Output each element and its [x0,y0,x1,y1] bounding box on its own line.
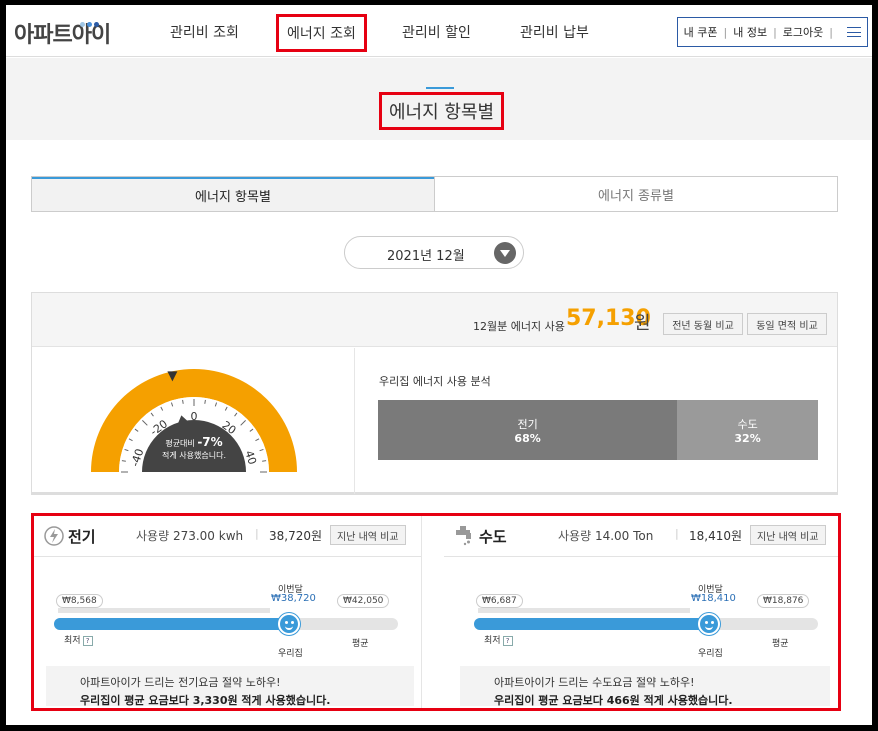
screenshot-frame [0,0,878,731]
